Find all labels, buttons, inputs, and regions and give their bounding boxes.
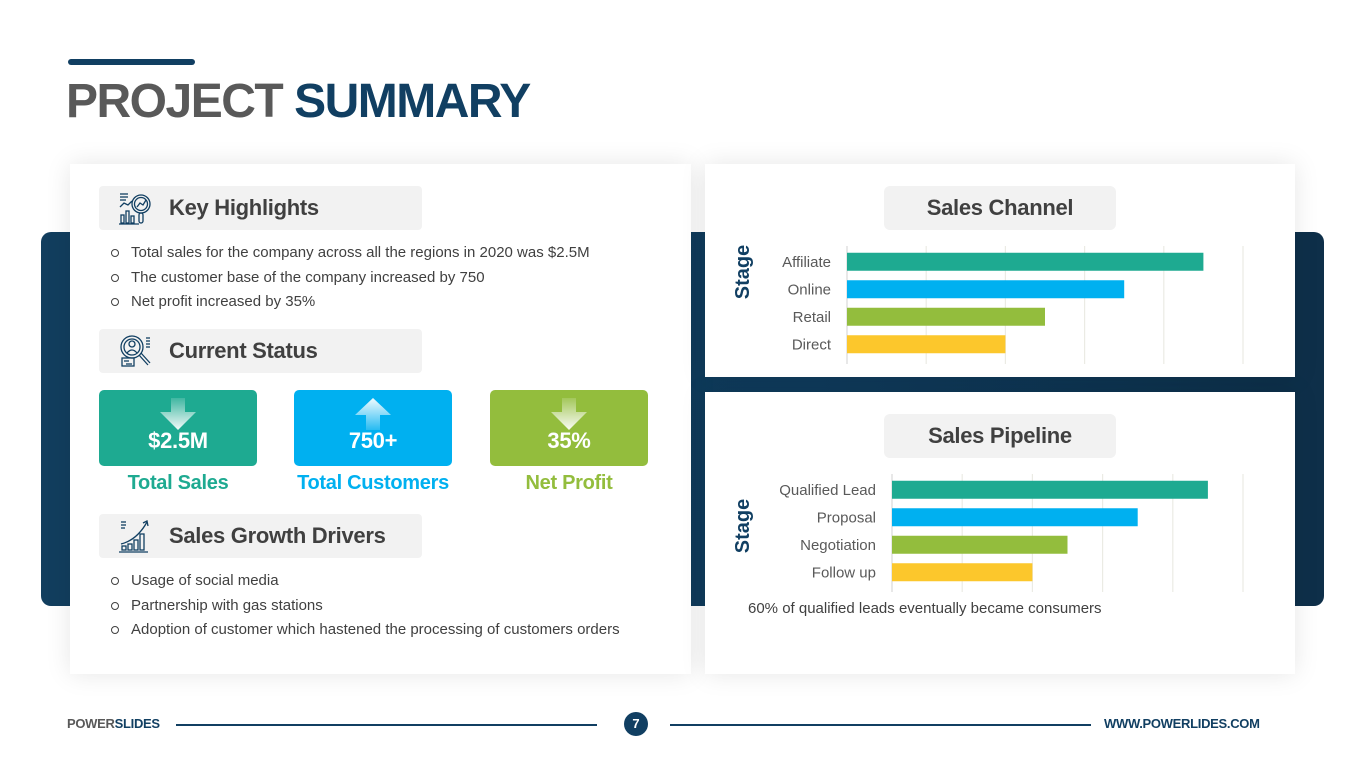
bar-proposal: [892, 508, 1138, 527]
arrow-up-icon: [355, 398, 391, 430]
sales-growth-drivers-title: Sales Growth Drivers: [169, 523, 386, 548]
growth-chart-icon: [119, 520, 149, 553]
stat-label-net-profit: Net Profit: [525, 472, 613, 494]
arrow-down-icon: [160, 398, 196, 430]
key-highlights-header: Key Highlights: [99, 186, 422, 230]
title-accent-bar: [68, 59, 195, 65]
category-label: Direct: [792, 336, 832, 353]
stat-label-total-sales: Total Sales: [127, 472, 229, 494]
category-label: Proposal: [817, 509, 876, 526]
y-axis-title: Stage: [732, 245, 754, 299]
key-highlights-list: Total sales for the company across all t…: [99, 241, 590, 315]
stat-card-net-profit: 35%: [490, 390, 648, 466]
category-label: Follow up: [812, 564, 876, 581]
page-title: PROJECT SUMMARY: [66, 74, 531, 130]
footer-brand: POWERSLIDES: [67, 716, 160, 731]
bullet-circle-icon: [111, 273, 119, 282]
sales-growth-drivers-header: Sales Growth Drivers: [99, 514, 422, 558]
bullet-circle-icon: [111, 249, 119, 258]
pipeline-annotation: 60% of qualified leads eventually became…: [748, 600, 1102, 617]
arrow-down-icon: [551, 398, 587, 430]
sales-channel-header: Sales Channel: [884, 186, 1116, 230]
bar-direct: [847, 335, 1006, 354]
footer-divider-left: [176, 724, 597, 726]
bar-online: [847, 280, 1125, 299]
list-item: Total sales for the company across all t…: [99, 241, 590, 266]
footer-brand-part1: POWER: [67, 716, 115, 731]
sales-channel-chart: Affiliate Online Retail Direct Stage: [732, 245, 1244, 364]
bar-negotiation: [892, 535, 1068, 554]
list-item-text: Total sales for the company across all t…: [131, 244, 590, 261]
bar-retail: [847, 307, 1045, 326]
category-label: Qualified Lead: [779, 482, 876, 499]
bar-affiliate: [847, 252, 1204, 271]
bullet-circle-icon: [111, 626, 119, 635]
stat-card-total-customers: 750+: [294, 390, 452, 466]
category-label: Affiliate: [782, 254, 831, 271]
sales-pipeline-header: Sales Pipeline: [884, 414, 1116, 458]
list-item-text: Adoption of customer which hastened the …: [131, 621, 620, 638]
stat-card-total-sales: $2.5M: [99, 390, 257, 466]
analytics-magnifier-icon: [119, 193, 151, 225]
chart-title: Sales Pipeline: [928, 423, 1072, 448]
list-item: Usage of social media: [99, 569, 620, 594]
list-item: Partnership with gas stations: [99, 594, 620, 619]
list-item: Adoption of customer which hastened the …: [99, 618, 620, 643]
list-item-text: Net profit increased by 35%: [131, 293, 316, 310]
sales-growth-drivers-list: Usage of social media Partnership with g…: [99, 569, 620, 643]
list-item: The customer base of the company increas…: [99, 266, 590, 291]
list-item-text: Partnership with gas stations: [131, 596, 323, 614]
page-title-part2: SUMMARY: [294, 75, 531, 128]
category-label: Retail: [793, 309, 831, 326]
bullet-circle-icon: [111, 577, 119, 586]
user-search-icon: [120, 335, 151, 367]
y-axis-title: Stage: [732, 499, 754, 553]
category-label: Negotiation: [800, 537, 876, 554]
stat-value: 750+: [348, 428, 398, 453]
footer-brand-part2: SLIDES: [114, 716, 160, 731]
list-item-text: The customer base of the company increas…: [131, 268, 485, 286]
page-number-badge: 7: [624, 712, 648, 736]
stat-label-total-customers: Total Customers: [297, 472, 449, 494]
sales-pipeline-chart: Qualified Lead Proposal Negotiation Follow …: [732, 474, 1244, 592]
bullet-circle-icon: [111, 298, 119, 307]
footer-divider-right: [670, 724, 1091, 726]
stat-value: 35%: [547, 428, 591, 453]
list-item: Net profit increased by 35%: [99, 290, 590, 315]
current-status-header: Current Status: [99, 329, 422, 373]
page-title-part1: PROJECT: [66, 75, 284, 128]
bar-qualified-lead: [892, 480, 1208, 499]
footer-url: WWW.POWERLIDES.COM: [1104, 716, 1260, 731]
list-item-text: Usage of social media: [131, 572, 279, 589]
chart-title: Sales Channel: [926, 195, 1074, 220]
bullet-circle-icon: [111, 601, 119, 610]
current-status-title: Current Status: [169, 338, 318, 363]
bar-follow-up: [892, 563, 1033, 582]
key-highlights-title: Key Highlights: [169, 195, 319, 220]
category-label: Online: [788, 281, 831, 298]
stat-value: $2.5M: [148, 428, 208, 453]
